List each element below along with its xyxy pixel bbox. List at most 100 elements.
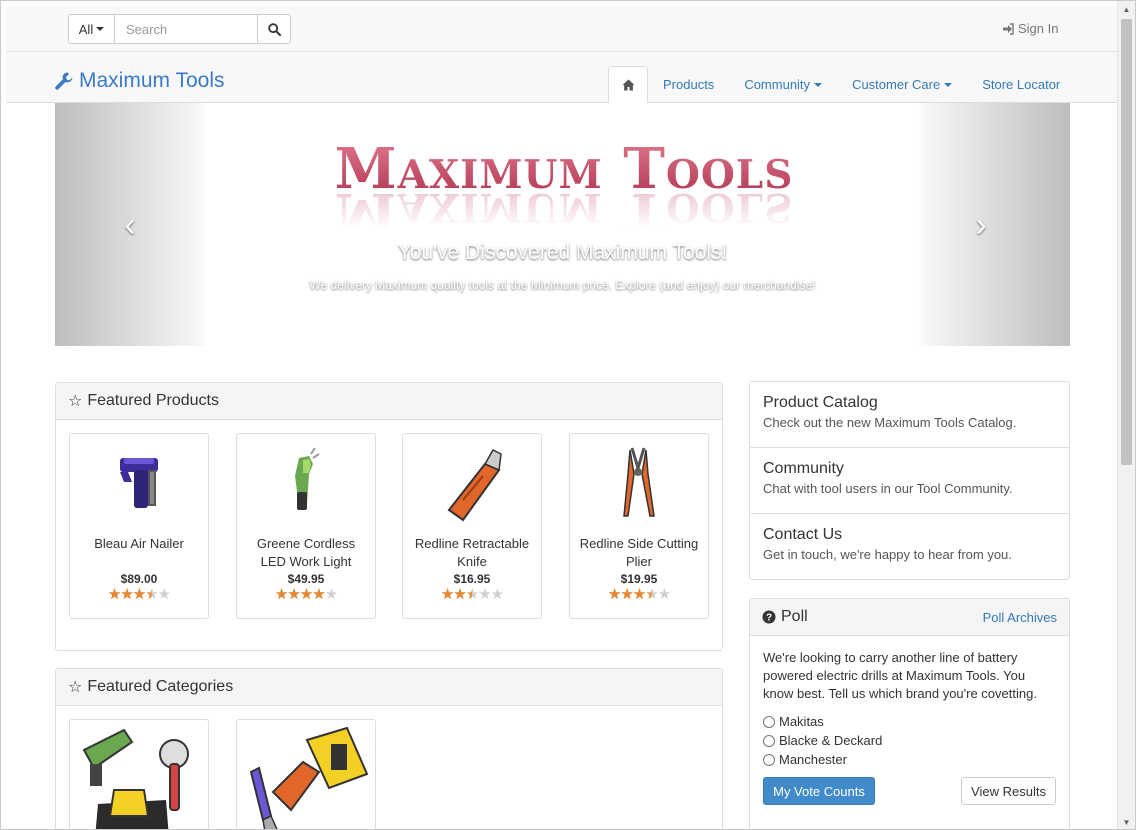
star-empty-icon: ★ (657, 586, 671, 603)
featured-products-panel: ☆ Featured Products Bleau Air Nailer $89… (55, 382, 723, 651)
category-card-power-tools[interactable] (69, 719, 209, 829)
search-icon (267, 22, 281, 36)
sign-in-icon (1003, 22, 1014, 35)
star-full-icon: ★ (440, 586, 454, 603)
power-tools-image (82, 728, 189, 829)
star-outline-icon: ☆ (68, 679, 83, 696)
led-work-light-image (295, 447, 320, 510)
product-card[interactable]: Bleau Air Nailer $89.00 ★★★★★ (69, 433, 209, 619)
featured-products-heading: ☆ Featured Products (56, 383, 722, 420)
poll-option[interactable]: Blacke & Deckard (763, 733, 882, 748)
list-item-desc: Chat with tool users in our Tool Communi… (763, 481, 1013, 496)
scrollbar-thumb[interactable] (1121, 19, 1132, 465)
vertical-scrollbar[interactable]: ▲ ▼ (1117, 1, 1135, 829)
product-name: Bleau Air Nailer (94, 536, 184, 551)
search-scope-dropdown[interactable]: All (68, 14, 115, 44)
scroll-down-arrow-icon[interactable]: ▼ (1118, 814, 1135, 829)
chevron-right-icon: › (975, 206, 987, 244)
poll-archives-link[interactable]: Poll Archives (983, 610, 1057, 625)
product-price: $89.00 (120, 572, 158, 586)
star-full-icon: ★ (620, 586, 633, 603)
search-button[interactable] (257, 14, 291, 44)
product-card[interactable]: Redline Retractable Knife $16.95 ★★★★★ (402, 433, 542, 619)
carousel-prev-button[interactable]: ‹ (115, 207, 145, 243)
tab-store-locator[interactable]: Store Locator (967, 66, 1075, 103)
star-empty-icon: ★ (324, 586, 338, 603)
tab-customer-care[interactable]: Customer Care (837, 66, 967, 103)
list-item-desc: Get in touch, we're happy to hear from y… (763, 547, 1012, 562)
caret-down-icon (944, 82, 953, 87)
brand-logo-link[interactable]: Maximum Tools (54, 69, 224, 93)
list-item-community[interactable]: Community Chat with tool users in our To… (750, 448, 1069, 514)
star-full-icon: ★ (312, 586, 325, 603)
info-links-list: Product Catalog Check out the new Maximu… (749, 381, 1070, 580)
product-card[interactable]: Redline Side Cutting Plier $19.95 ★★★★★ (569, 433, 709, 619)
star-full-icon: ★ (107, 586, 121, 603)
search-group: All (68, 14, 291, 44)
star-full-icon: ★ (274, 586, 288, 603)
air-nailer-image (120, 458, 158, 508)
category-card-hand-tools[interactable] (236, 719, 376, 829)
caret-down-icon (814, 82, 823, 87)
list-item-product-catalog[interactable]: Product Catalog Check out the new Maximu… (750, 382, 1069, 448)
star-full-icon: ★ (453, 586, 466, 603)
sign-in-link[interactable]: Sign In (1002, 21, 1058, 36)
home-icon (622, 79, 634, 91)
poll-option-label: Manchester (779, 752, 847, 767)
tab-products-label: Products (663, 77, 715, 92)
poll-question: We're looking to carry another line of b… (763, 650, 1037, 701)
poll-title: Poll (781, 608, 808, 625)
hand-tools-image (249, 726, 369, 829)
poll-option[interactable]: Manchester (763, 752, 847, 767)
featured-categories-heading: ☆ Featured Categories (56, 669, 722, 706)
wrench-icon (55, 72, 73, 90)
poll-heading: ? Poll Poll Archives (750, 599, 1069, 636)
list-item-title: Product Catalog (763, 394, 878, 411)
list-item-contact-us[interactable]: Contact Us Get in touch, we're happy to … (750, 514, 1069, 580)
list-item-title: Contact Us (763, 526, 843, 543)
tab-products[interactable]: Products (648, 66, 729, 103)
tab-store-locator-label: Store Locator (982, 77, 1061, 92)
radio-button[interactable] (763, 753, 775, 766)
product-rating: ★★★★★ (570, 587, 708, 603)
star-empty-icon: ★ (157, 586, 171, 603)
carousel-headline: You've Discovered Maximum Tools! (397, 241, 728, 264)
star-full-icon: ★ (607, 586, 621, 603)
carousel-next-button[interactable]: › (966, 207, 996, 243)
logo-text: Maximum Tools (269, 137, 859, 201)
product-rating: ★★★★★ (70, 587, 208, 603)
featured-products-title: Featured Products (87, 392, 219, 409)
side-cutting-plier-image (623, 447, 655, 517)
poll-option-label: Blacke & Deckard (779, 733, 883, 748)
star-half-icon: ★ (645, 586, 658, 603)
scroll-up-arrow-icon[interactable]: ▲ (1118, 1, 1135, 18)
tab-community[interactable]: Community (729, 66, 837, 103)
top-utility-bar: All Sign In (6, 6, 1118, 52)
search-input[interactable] (115, 14, 257, 44)
radio-button[interactable] (763, 715, 775, 728)
featured-categories-panel: ☆ Featured Categories (55, 668, 723, 829)
radio-button[interactable] (763, 734, 775, 747)
star-full-icon: ★ (287, 586, 300, 603)
svg-text:?: ? (766, 613, 772, 624)
product-name: Redline Side Cutting Plier (579, 536, 699, 569)
poll-option[interactable]: Makitas (763, 714, 824, 729)
tab-customer-care-label: Customer Care (852, 77, 941, 92)
tab-home[interactable] (608, 66, 648, 103)
star-outline-icon: ☆ (68, 393, 83, 410)
retractable-knife-image (447, 449, 502, 522)
poll-option-label: Makitas (779, 714, 824, 729)
product-price: $49.95 (287, 572, 325, 586)
product-name: Redline Retractable Knife (414, 536, 530, 569)
poll-heading-title: ? Poll (762, 608, 808, 626)
star-full-icon: ★ (299, 586, 313, 603)
brand-name: Maximum Tools (79, 69, 225, 92)
product-price: $16.95 (453, 572, 491, 586)
star-full-icon: ★ (632, 586, 646, 603)
view-results-button[interactable]: View Results (961, 777, 1056, 805)
star-full-icon: ★ (120, 586, 133, 603)
sign-in-label: Sign In (1018, 21, 1059, 36)
product-card[interactable]: Greene Cordless LED Work Light $49.95 ★★… (236, 433, 376, 619)
caret-down-icon (96, 27, 105, 31)
vote-button[interactable]: My Vote Counts (763, 777, 875, 805)
